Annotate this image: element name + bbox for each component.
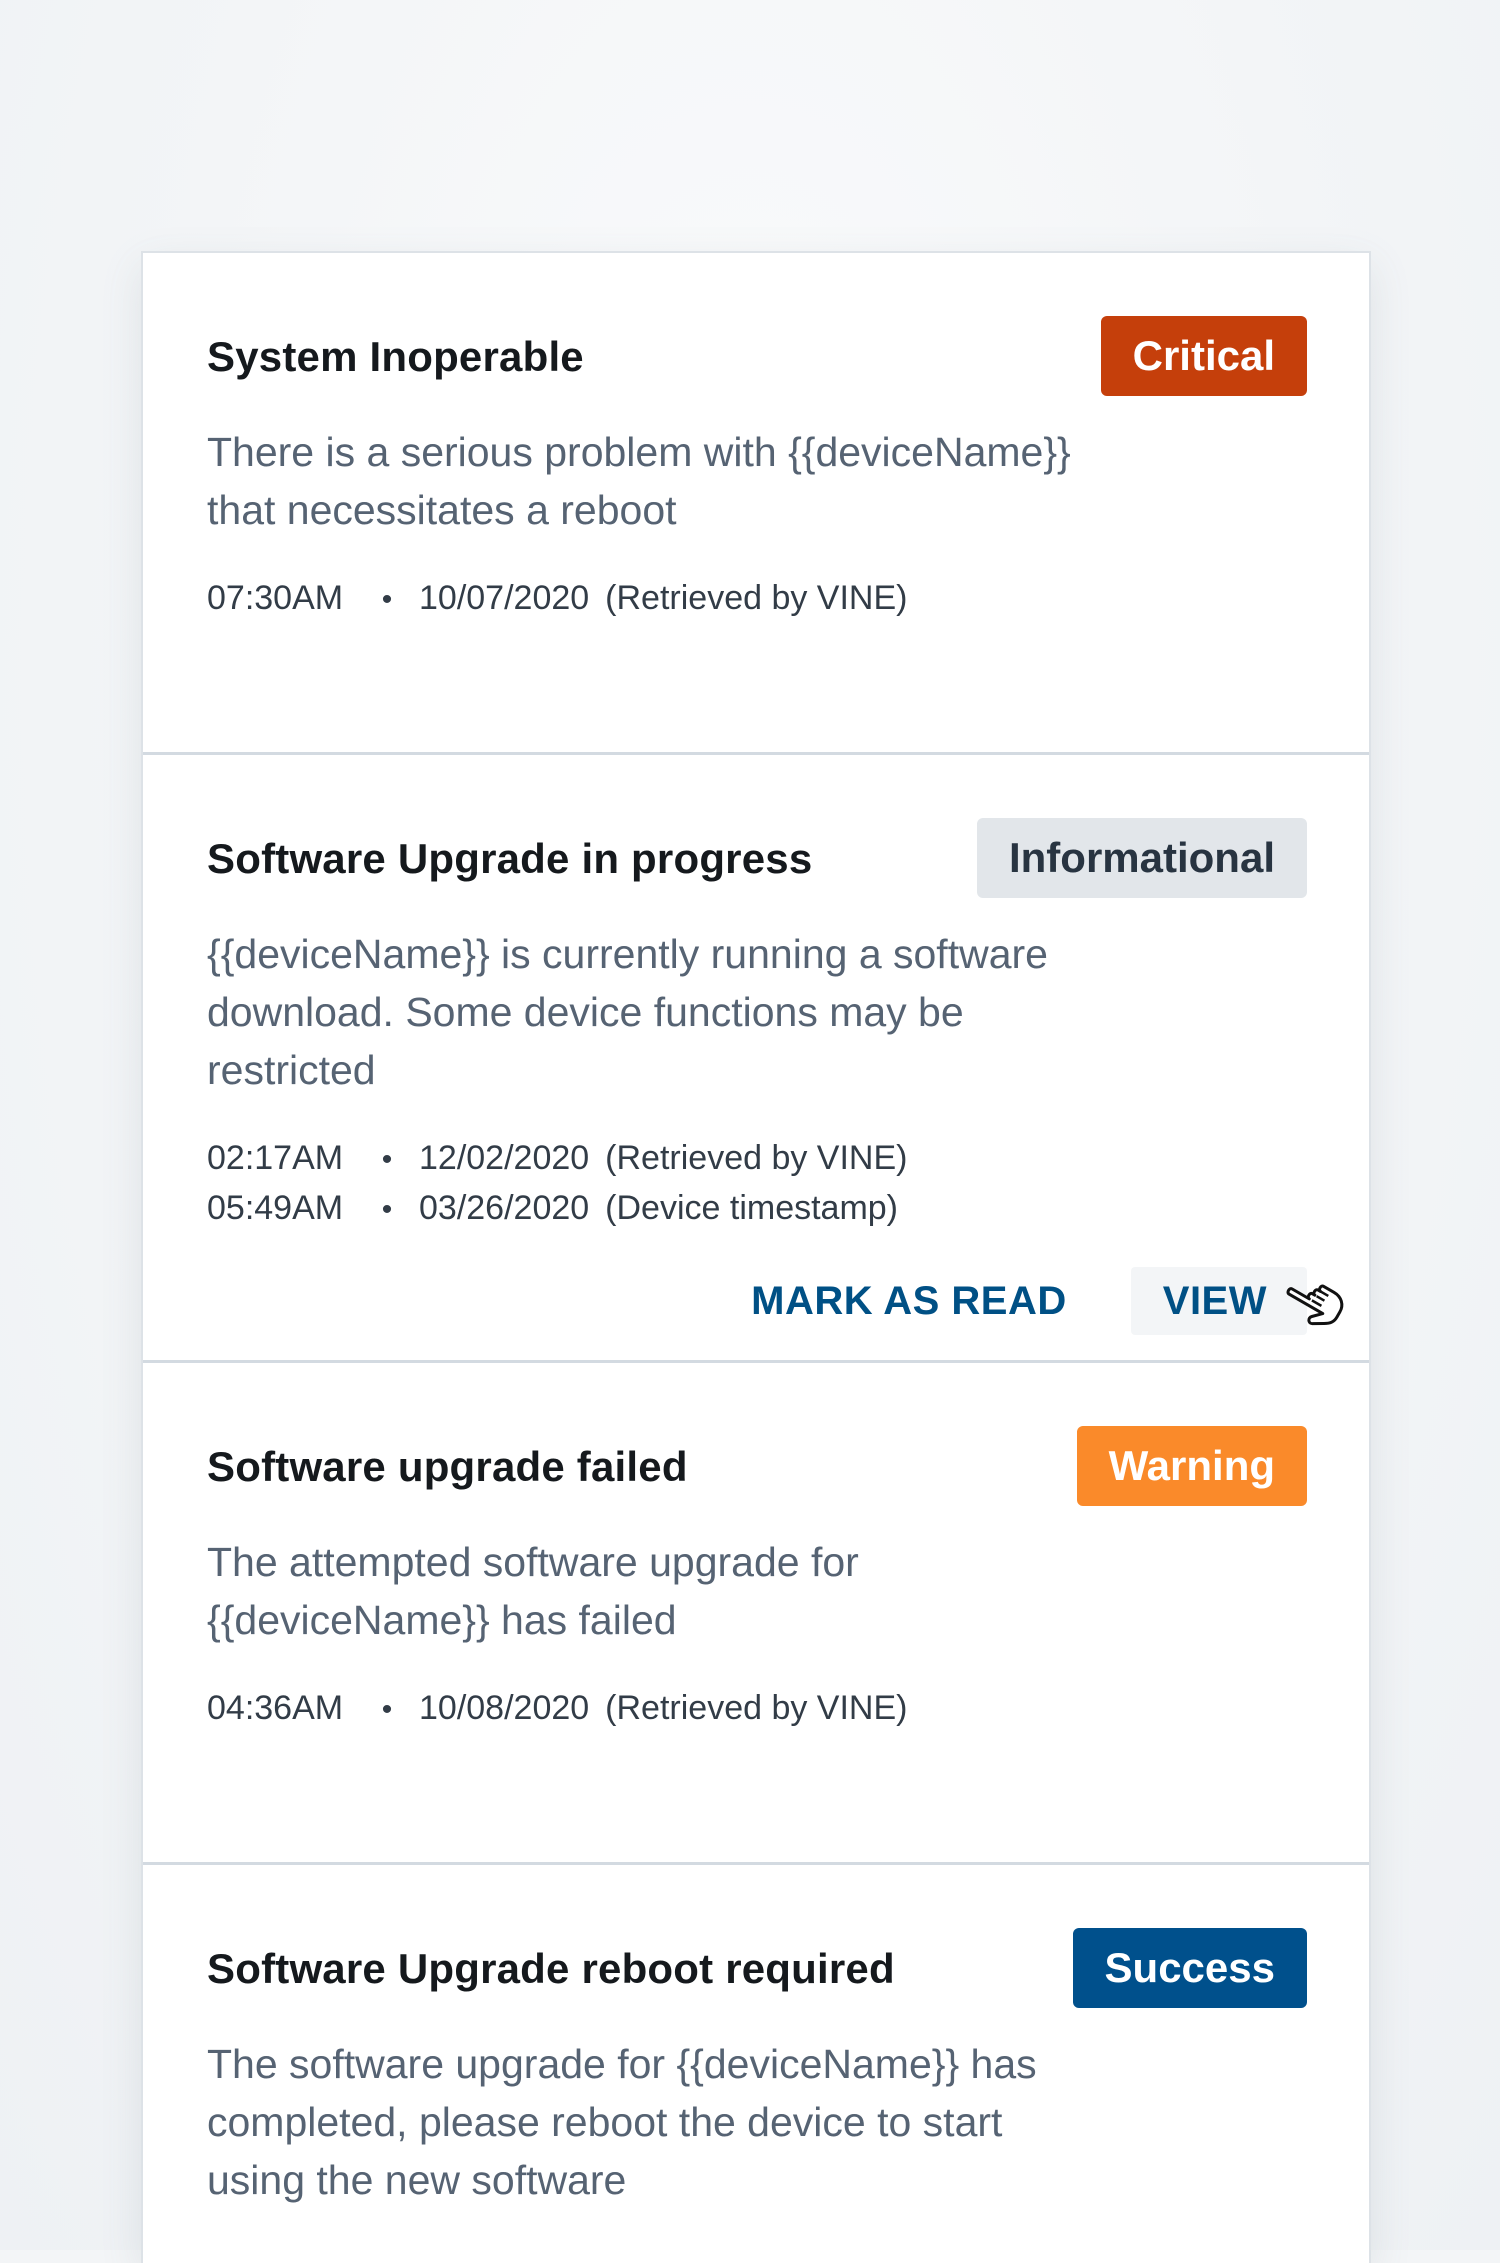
timestamp-source: (Device timestamp) [605,1189,899,1227]
timestamp-date: 10/08/2020 [419,1689,590,1727]
notification-card-success[interactable]: Software Upgrade reboot required Success… [143,1865,1369,2263]
notification-card-warning[interactable]: Software upgrade failed Warning The atte… [143,1363,1369,1865]
timestamp-date: 10/07/2020 [419,579,590,617]
severity-badge-critical: Critical [1100,316,1307,396]
timestamp-time: 07:30AM [207,579,344,617]
timestamp-separator: • [381,1143,393,1176]
notification-timestamp: 04:36AM • 10/08/2020 (Retrieved by VINE) [207,1683,908,1733]
mark-as-read-button[interactable]: MARK AS READ [731,1267,1087,1335]
notification-description: The software upgrade for {{deviceName}} … [207,2041,1037,2203]
timestamp-time: 04:36AM [207,1689,344,1727]
severity-badge-success: Success [1072,1928,1307,2008]
notification-description: There is a serious problem with {{device… [207,429,1071,533]
notification-title: System Inoperable [207,333,584,380]
notification-title: Software Upgrade in progress [207,835,813,882]
timestamp-time: 02:17AM [207,1139,344,1177]
notification-timestamp: 05:49AM • 03/26/2020 (Device timestamp) [207,1183,898,1233]
notification-title: Software Upgrade reboot required [207,1945,895,1992]
notification-timestamp: 02:17AM • 12/02/2020 (Retrieved by VINE) [207,1133,908,1183]
view-button[interactable]: VIEW [1130,1267,1344,1335]
notification-timestamp: 07:30AM • 10/07/2020 (Retrieved by VINE) [207,573,908,623]
notification-panel: System Inoperable Critical There is a se… [141,251,1371,2263]
notification-card-critical[interactable]: System Inoperable Critical There is a se… [143,253,1369,755]
notification-actions: MARK AS READ VIEW [731,1267,1344,1335]
timestamp-separator: • [381,1693,393,1726]
hand-pointer-cursor-icon [1286,1284,1344,1326]
timestamp-source: (Retrieved by VINE) [605,1139,908,1177]
view-button-label: VIEW [1162,1279,1267,1323]
timestamp-date: 12/02/2020 [419,1139,590,1177]
timestamp-separator: • [381,1193,393,1226]
timestamp-source: (Retrieved by VINE) [605,579,908,617]
notification-description: The attempted software upgrade for {{dev… [207,1539,859,1643]
timestamp-separator: • [381,583,393,616]
timestamp-source: (Retrieved by VINE) [605,1689,908,1727]
severity-badge-warning: Warning [1076,1426,1307,1506]
severity-badge-informational: Informational [976,818,1307,898]
timestamp-time: 05:49AM [207,1189,344,1227]
notification-card-informational[interactable]: Software Upgrade in progress Information… [143,755,1369,1363]
notification-title: Software upgrade failed [207,1443,688,1490]
timestamp-date: 03/26/2020 [419,1189,590,1227]
notification-description: {{deviceName}} is currently running a so… [207,931,1048,1093]
